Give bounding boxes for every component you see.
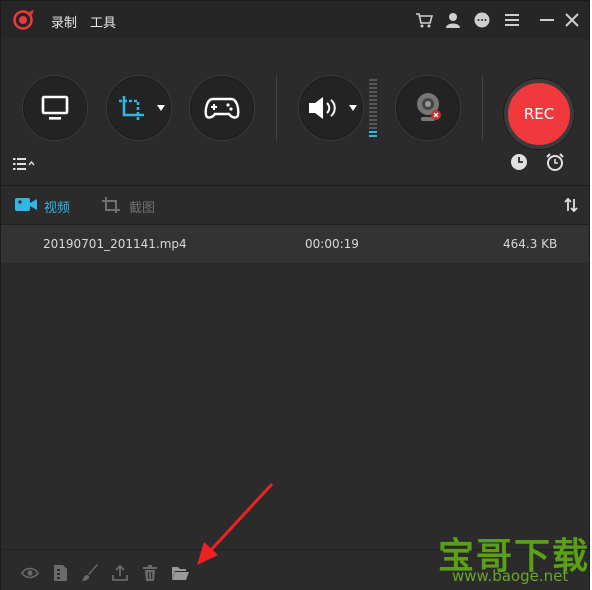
watermark-url: www.baoge.net xyxy=(452,567,569,585)
annotation-arrow xyxy=(197,482,274,565)
watermark: 宝哥下载 www.baoge.net xyxy=(438,527,588,587)
